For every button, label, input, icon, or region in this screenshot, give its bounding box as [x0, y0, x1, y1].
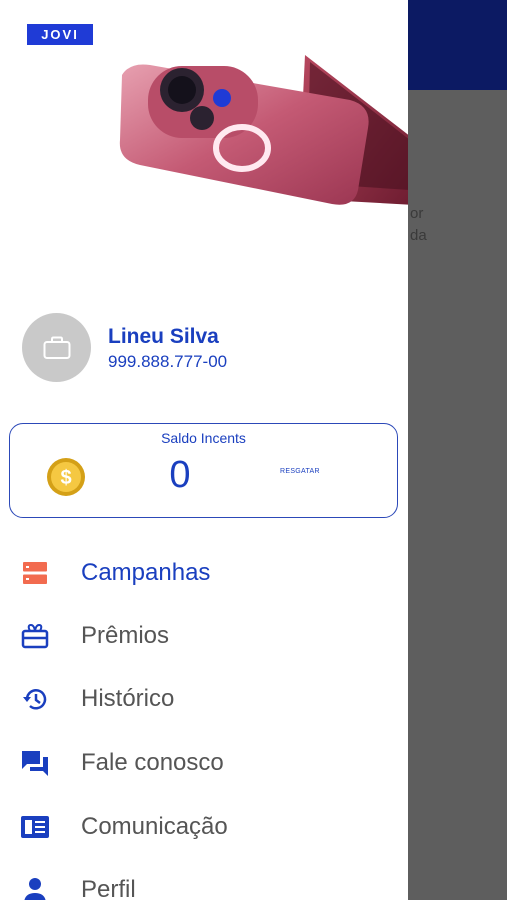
menu-item-premios[interactable]: Prêmios [0, 606, 408, 666]
campaigns-icon [20, 558, 50, 588]
promo-banner[interactable]: JOVI [0, 0, 408, 205]
briefcase-icon [43, 336, 70, 359]
background-text-line-1: or [410, 205, 424, 222]
svg-text:$: $ [60, 467, 71, 489]
history-icon [20, 684, 50, 714]
menu-item-fale-conosco[interactable]: Fale conosco [0, 733, 408, 793]
menu-label-fale-conosco: Fale conosco [81, 749, 224, 776]
background-app-header [408, 0, 507, 90]
balance-card: Saldo Incents $ 0 RESGATAR [9, 423, 398, 518]
background-text-line-2: da [410, 227, 427, 244]
chat-icon [20, 748, 50, 778]
user-name: Lineu Silva [108, 325, 219, 348]
brand-badge: JOVI [27, 24, 93, 45]
redeem-button[interactable]: RESGATAR [280, 468, 320, 475]
user-document: 999.888.777-00 [108, 352, 228, 371]
menu-label-perfil: Perfil [81, 876, 136, 900]
menu-label-comunicacao: Comunicação [81, 813, 228, 840]
gift-icon [20, 621, 50, 651]
menu-label-campanhas: Campanhas [81, 559, 211, 586]
balance-title: Saldo Incents [161, 430, 246, 446]
navigation-drawer: JOVI Lineu Silva 999.888.777-00 Saldo In… [0, 0, 408, 900]
menu-item-campanhas[interactable]: Campanhas [0, 543, 408, 603]
menu-item-perfil[interactable]: Perfil [0, 860, 408, 900]
user-avatar[interactable] [22, 313, 91, 382]
person-icon [20, 875, 50, 900]
balance-value: 0 [169, 454, 191, 496]
menu-item-comunicacao[interactable]: Comunicação [0, 797, 408, 857]
newsletter-icon [20, 812, 50, 842]
phone-product-image [119, 55, 408, 205]
menu-label-premios: Prêmios [81, 622, 170, 649]
menu-label-historico: Histórico [81, 685, 175, 712]
menu-item-historico[interactable]: Histórico [0, 669, 408, 729]
dollar-coin-icon: $ [47, 458, 85, 496]
